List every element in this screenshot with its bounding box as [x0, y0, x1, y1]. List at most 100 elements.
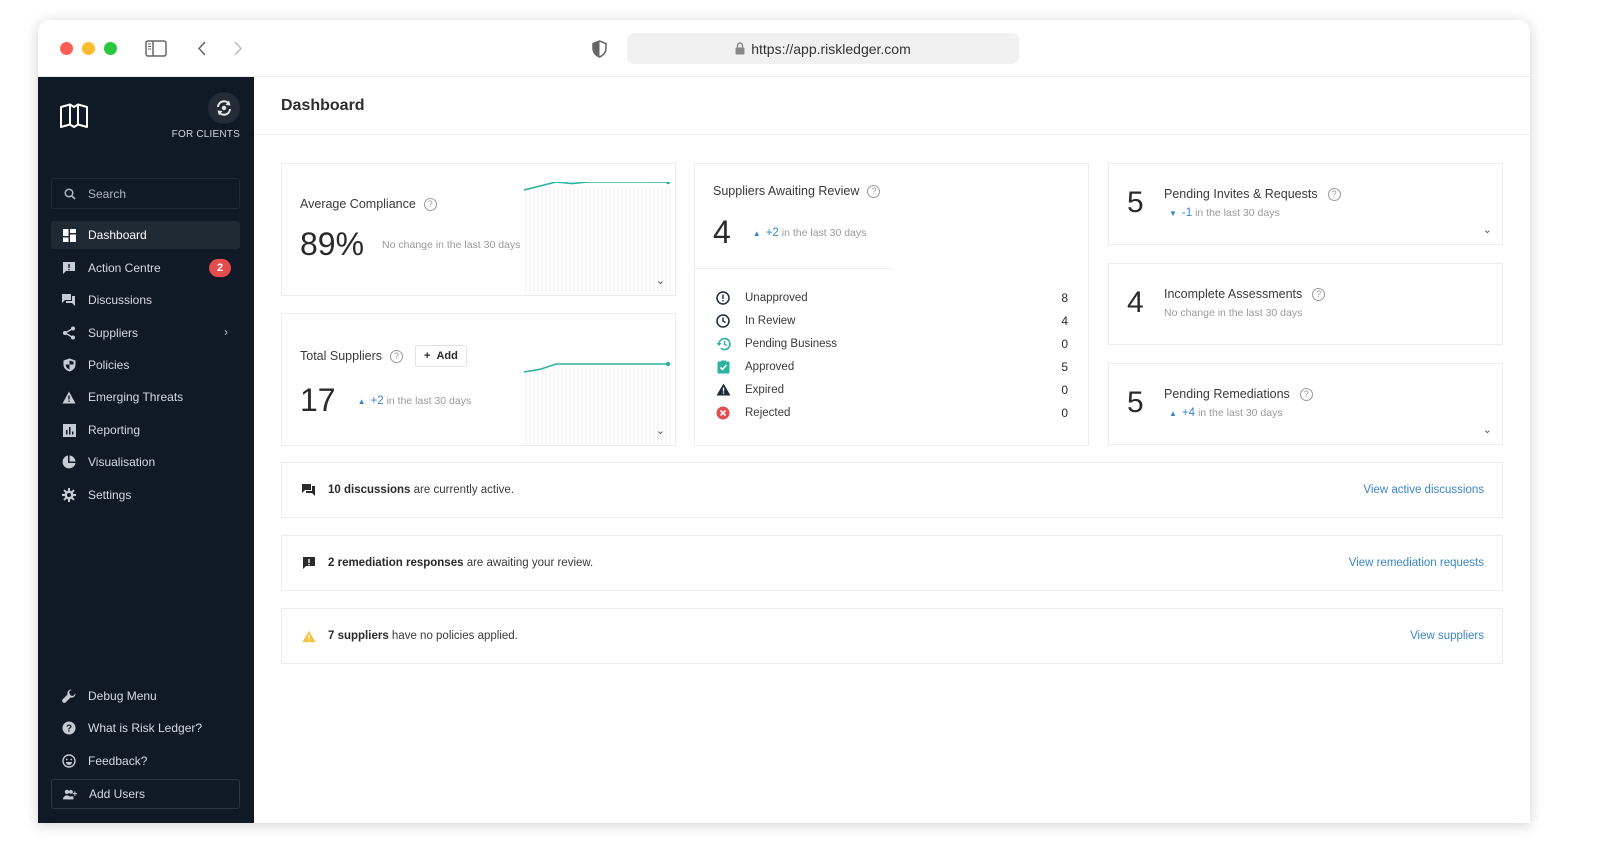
sidebar-item-feedback[interactable]: Feedback?	[51, 747, 240, 775]
chevron-right-icon: ›	[224, 325, 228, 339]
status-count: 8	[1061, 290, 1068, 305]
chevron-down-icon[interactable]: ⌄	[1483, 223, 1492, 236]
sidebar-item-debug-menu[interactable]: Debug Menu	[51, 682, 240, 710]
minimize-window-button[interactable]	[82, 42, 95, 55]
status-row-approved[interactable]: Approved 5	[715, 355, 1068, 378]
back-icon[interactable]	[196, 40, 208, 57]
privacy-shield-icon[interactable]	[592, 40, 607, 58]
url-text: https://app.riskledger.com	[751, 40, 911, 57]
dashboard-icon	[62, 228, 76, 242]
search-icon	[64, 187, 76, 200]
search-input[interactable]: Search	[51, 178, 240, 209]
sidebar-item-visualisation[interactable]: Visualisation	[51, 448, 240, 476]
sidebar-item-label: Action Centre	[88, 261, 161, 275]
pending-remediations-card[interactable]: 5 Pending Remediations ? ▲ +4 in the last…	[1108, 363, 1503, 445]
total-suppliers-value: 17	[300, 382, 336, 418]
change-text: No change in the last 30 days	[1164, 307, 1303, 319]
sidebar: FOR CLIENTS Search Dashboard Action Cent…	[38, 77, 254, 823]
up-arrow-icon: ▲	[752, 228, 761, 238]
help-icon[interactable]: ?	[1312, 287, 1326, 301]
notice-text: 10 discussions are currently active.	[328, 484, 514, 496]
sidebar-item-settings[interactable]: Settings	[51, 481, 240, 509]
close-window-button[interactable]	[60, 42, 73, 55]
add-users-button[interactable]: Add Users	[51, 779, 240, 809]
add-users-icon	[63, 789, 77, 799]
status-label: Approved	[745, 360, 795, 373]
view-active-discussions-link[interactable]: View active discussions	[1363, 484, 1484, 496]
discussions-icon	[62, 294, 75, 306]
total-suppliers-card[interactable]: Total Suppliers ? + Add 17 ▲ +2 in the la…	[281, 313, 676, 446]
svg-text:?: ?	[66, 724, 72, 735]
sparkline-endpoint	[665, 361, 671, 367]
average-compliance-card[interactable]: Average Compliance ? 89% No change in th…	[281, 163, 676, 296]
view-suppliers-link[interactable]: View suppliers	[1410, 630, 1484, 642]
maximize-window-button[interactable]	[104, 42, 117, 55]
sidebar-item-emerging-threats[interactable]: Emerging Threats	[51, 383, 240, 411]
chevron-down-icon[interactable]: ⌄	[656, 424, 665, 437]
sidebar-item-what-is-risk-ledger[interactable]: ? What is Risk Ledger?	[51, 714, 240, 742]
notice-active-discussions: 10 discussions are currently active. Vie…	[281, 462, 1503, 518]
sidebar-item-suppliers[interactable]: Suppliers ›	[51, 319, 240, 347]
smiley-icon	[62, 754, 76, 768]
status-row-unapproved[interactable]: Unapproved 8	[715, 286, 1068, 309]
help-icon[interactable]: ?	[423, 197, 437, 211]
sidebar-item-label: Settings	[88, 488, 132, 502]
help-circle-icon: ?	[62, 721, 76, 735]
delta-value: +4	[1181, 407, 1196, 419]
suppliers-awaiting-review-card[interactable]: Suppliers Awaiting Review ? 4 ▲ +2 in the…	[694, 163, 1089, 446]
status-row-rejected[interactable]: Rejected 0	[715, 401, 1068, 424]
sidebar-item-reporting[interactable]: Reporting	[51, 416, 240, 444]
chevron-down-icon[interactable]: ⌄	[656, 274, 665, 287]
sidebar-item-dashboard[interactable]: Dashboard	[51, 221, 240, 249]
warning-icon	[62, 391, 76, 403]
help-icon[interactable]: ?	[1299, 387, 1313, 401]
sidebar-toggle-icon[interactable]	[145, 40, 167, 57]
history-icon	[716, 337, 731, 350]
pending-invites-card[interactable]: 5 Pending Invites & Requests ? ▼ -1 in th…	[1108, 163, 1503, 245]
change-suffix: in the last 30 days	[781, 226, 867, 239]
change-text: ▼ -1 in the last 30 days	[1169, 207, 1280, 219]
warning-icon	[302, 630, 316, 642]
status-label: In Review	[745, 314, 796, 327]
view-remediation-requests-link[interactable]: View remediation requests	[1349, 557, 1484, 569]
discussions-icon	[302, 484, 315, 496]
up-arrow-icon: ▲	[357, 396, 366, 406]
action-centre-badge: 2	[209, 259, 231, 277]
change-text: ▲ +2 in the last 30 days	[358, 395, 472, 407]
notice-text: 7 suppliers have no policies applied.	[328, 630, 518, 642]
bar-chart-icon	[62, 423, 76, 437]
sidebar-item-label: Emerging Threats	[88, 390, 184, 404]
add-label: Add	[436, 350, 458, 362]
sidebar-item-label: Add Users	[89, 787, 146, 801]
status-label: Expired	[745, 383, 784, 396]
sidebar-item-policies[interactable]: Policies	[51, 351, 240, 379]
sidebar-item-action-centre[interactable]: Action Centre 2	[51, 254, 240, 282]
sidebar-item-discussions[interactable]: Discussions	[51, 286, 240, 314]
chevron-down-icon[interactable]: ⌄	[1483, 423, 1492, 436]
risk-ledger-logo-icon[interactable]	[59, 103, 89, 129]
help-icon[interactable]: ?	[390, 349, 403, 363]
sidebar-item-label: What is Risk Ledger?	[88, 721, 203, 735]
status-row-in-review[interactable]: In Review 4	[715, 309, 1068, 332]
status-row-pending-business[interactable]: Pending Business 0	[715, 332, 1068, 355]
wrench-icon	[62, 689, 76, 703]
notice-rest: have no policies applied.	[388, 630, 518, 642]
pending-invites-value: 5	[1127, 186, 1144, 219]
status-row-expired[interactable]: Expired 0	[715, 378, 1068, 401]
notice-text: 2 remediation responses are awaiting you…	[328, 557, 593, 569]
help-icon[interactable]: ?	[1327, 187, 1341, 201]
card-title: Pending Remediations	[1164, 387, 1290, 401]
notice-rest: are awaiting your review.	[463, 557, 594, 569]
help-icon[interactable]: ?	[867, 184, 881, 198]
sidebar-item-label: Visualisation	[88, 455, 156, 469]
browser-titlebar: https://app.riskledger.com	[38, 20, 1530, 77]
address-bar[interactable]: https://app.riskledger.com	[627, 33, 1019, 64]
browser-window: https://app.riskledger.com FOR CLIENTS S	[38, 20, 1530, 823]
forward-icon[interactable]	[232, 40, 244, 57]
sidebar-item-label: Dashboard	[88, 228, 147, 242]
add-supplier-button[interactable]: + Add	[415, 345, 467, 367]
incomplete-assessments-card[interactable]: 4 Incomplete Assessments ? No change in …	[1108, 263, 1503, 345]
switch-account-button[interactable]	[208, 92, 240, 124]
notice-suppliers-no-policies: 7 suppliers have no policies applied. Vi…	[281, 608, 1503, 664]
for-clients-label: FOR CLIENTS	[171, 129, 240, 140]
